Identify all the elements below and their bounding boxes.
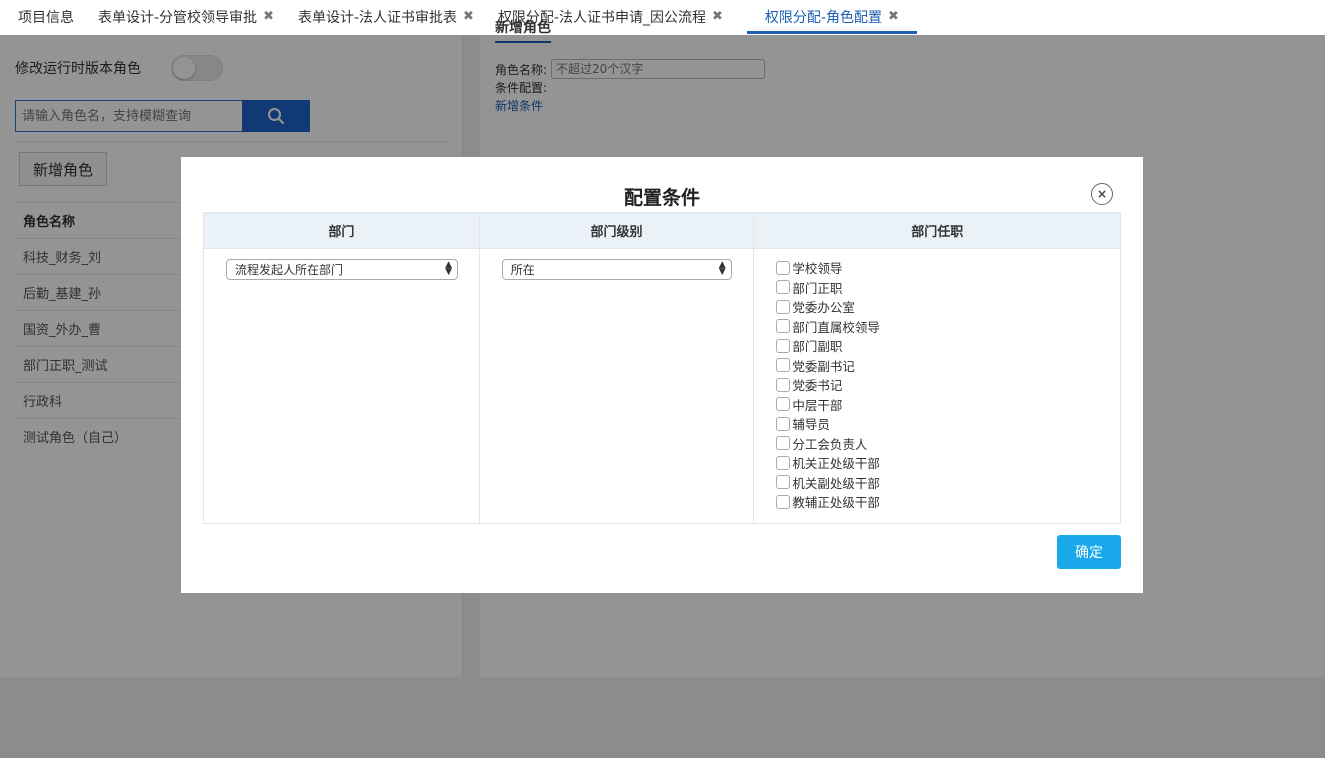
position-checkbox-item[interactable]: 党委办公室	[776, 297, 1106, 317]
checkbox[interactable]	[776, 436, 791, 451]
close-icon[interactable]: ×	[1091, 183, 1113, 205]
checkbox-label: 党委副书记	[792, 358, 855, 374]
checkbox[interactable]	[776, 299, 791, 314]
position-checkbox-item[interactable]: 党委书记	[776, 375, 1106, 395]
position-checkbox-item[interactable]: 机关副处级干部	[776, 473, 1106, 493]
checkbox-label: 学校领导	[792, 261, 843, 277]
config-condition-modal: 配置条件 × 部门 部门级别 部门任职 流程发起人所在部门 ▲ ▼ 所在 ▲ ▼ 学…	[181, 157, 1143, 593]
position-checkbox-item[interactable]: 党委副书记	[776, 356, 1106, 376]
condition-table: 部门 部门级别 部门任职 流程发起人所在部门 ▲ ▼ 所在 ▲ ▼ 学校领导部门正职…	[203, 212, 1121, 524]
tab-label: 权限分配-角色配置	[764, 9, 882, 26]
select-arrows-icon: ▲ ▼	[718, 260, 726, 277]
tab-2[interactable]: 表单设计-法人证书审批表 ✖	[298, 0, 474, 33]
checkbox[interactable]	[776, 338, 791, 353]
close-tab-icon[interactable]: ✖	[263, 9, 274, 24]
checkbox[interactable]	[776, 280, 791, 295]
tab-label: 表单设计-法人证书审批表	[297, 9, 458, 26]
checkbox-label: 教辅正处级干部	[792, 495, 880, 511]
checkbox[interactable]	[776, 416, 791, 431]
tab-label: 项目信息	[18, 9, 74, 26]
checkbox-label: 机关正处级干部	[792, 456, 880, 472]
checkbox[interactable]	[776, 475, 791, 490]
department-position-cell: 学校领导部门正职党委办公室部门直属校领导 部门副职党委副书记党委书记中层干部辅导员…	[754, 249, 1120, 523]
position-checkbox-item[interactable]: 部门副职	[776, 336, 1106, 356]
department-select-value: 流程发起人所在部门	[235, 263, 344, 277]
position-checkbox-item[interactable]: 分工会负责人	[776, 434, 1106, 454]
checkbox[interactable]	[776, 377, 791, 392]
condition-table-body: 流程发起人所在部门 ▲ ▼ 所在 ▲ ▼ 学校领导部门正职党委办公室部门直属校领导部…	[204, 249, 1120, 523]
select-arrows-icon: ▲ ▼	[445, 260, 452, 277]
checkbox-label: 机关副处级干部	[792, 475, 880, 491]
checkbox-label: 分工会负责人	[792, 436, 868, 452]
modal-title: 配置条件	[623, 187, 700, 209]
position-checkbox-item[interactable]: 部门正职	[776, 278, 1106, 298]
close-tab-icon[interactable]: ✖	[463, 9, 474, 24]
position-checkbox-item[interactable]: 机关正处级干部	[776, 453, 1106, 473]
position-checkbox-list: 学校领导部门正职党委办公室部门直属校领导 部门副职党委副书记党委书记中层干部辅导员…	[776, 258, 1106, 512]
checkbox[interactable]	[776, 319, 791, 334]
close-tab-icon[interactable]: ✖	[712, 9, 723, 24]
close-tab-icon[interactable]: ✖	[888, 9, 899, 24]
tab-1[interactable]: 表单设计-分管校领导审批 ✖	[98, 0, 274, 33]
checkbox-label: 党委办公室	[792, 300, 855, 316]
checkbox-label: 部门副职	[792, 339, 843, 355]
tab-label: 表单设计-分管校领导审批	[98, 9, 258, 26]
confirm-button[interactable]: 确定	[1057, 535, 1121, 569]
condition-table-header: 部门 部门级别 部门任职	[204, 213, 1120, 249]
column-header-department-position: 部门任职	[911, 225, 964, 240]
checkbox-label: 辅导员	[792, 417, 830, 433]
checkbox-label: 党委书记	[792, 378, 843, 394]
department-cell: 流程发起人所在部门 ▲ ▼	[204, 249, 480, 523]
position-checkbox-item[interactable]: 教辅副处级干部	[776, 512, 1106, 513]
checkbox-label: 中层干部	[792, 397, 843, 413]
checkbox[interactable]	[776, 455, 791, 470]
department-level-select[interactable]: 所在 ▲ ▼	[501, 259, 732, 280]
column-header-department: 部门	[204, 213, 480, 248]
tab-bar: 项目信息 表单设计-分管校领导审批 ✖ 表单设计-法人证书审批表 ✖ 权限分配-法人证书申…	[0, 0, 1325, 35]
position-checkbox-item[interactable]: 中层干部	[776, 395, 1106, 415]
tab-4[interactable]: 权限分配-角色配置 ✖	[746, 0, 917, 34]
checkbox-label: 部门正职	[792, 280, 843, 296]
checkbox[interactable]	[776, 494, 791, 509]
column-header-department-level: 部门级别	[480, 213, 755, 248]
tab-0[interactable]: 项目信息	[18, 0, 74, 33]
position-checkbox-item[interactable]: 辅导员	[776, 414, 1106, 434]
department-select[interactable]: 流程发起人所在部门 ▲ ▼	[226, 259, 458, 280]
position-checkbox-item[interactable]: 教辅正处级干部	[776, 492, 1106, 512]
position-checkbox-item[interactable]: 学校领导	[776, 258, 1106, 278]
department-level-cell: 所在 ▲ ▼	[480, 249, 755, 523]
checkbox-label: 部门直属校领导	[792, 319, 880, 335]
position-checkbox-item[interactable]: 部门直属校领导	[776, 317, 1106, 337]
checkbox[interactable]	[776, 260, 791, 275]
checkbox[interactable]	[776, 397, 791, 412]
department-level-select-value: 所在	[510, 263, 535, 277]
checkbox[interactable]	[776, 358, 791, 373]
